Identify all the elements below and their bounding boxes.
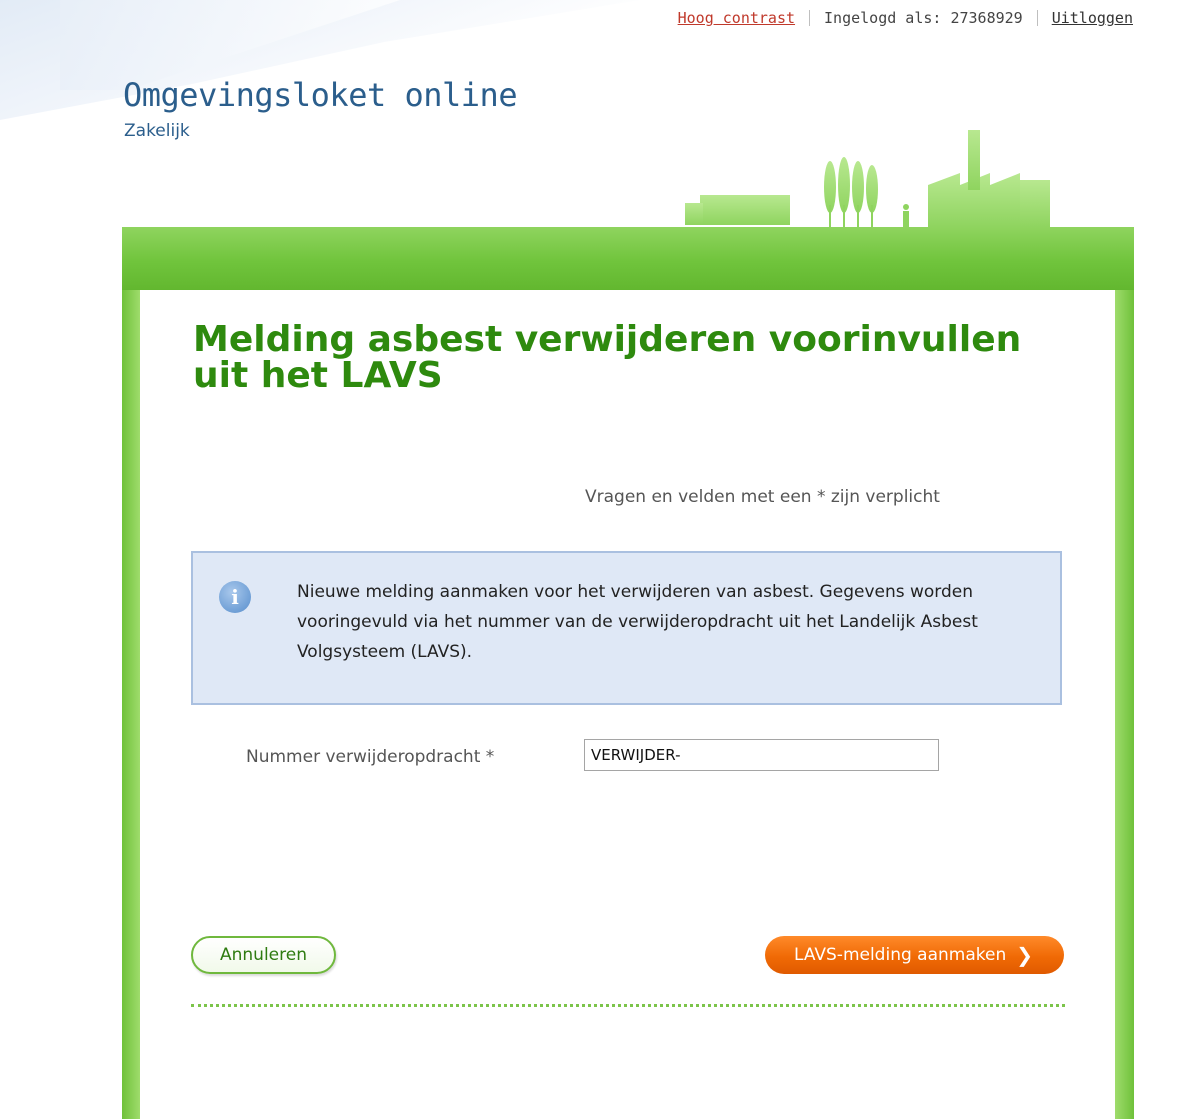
- utility-divider: [1036, 10, 1038, 26]
- tree-trunk-shape: [829, 205, 831, 227]
- logout-link[interactable]: Uitloggen: [1052, 9, 1133, 27]
- truck-cab-shape: [685, 203, 703, 225]
- verwijderopdracht-input[interactable]: [584, 739, 939, 771]
- person-body-shape: [903, 211, 909, 227]
- person-head-shape: [903, 204, 909, 210]
- site-title: Omgevingsloket online: [123, 76, 518, 114]
- required-fields-note: Vragen en velden met een * zijn verplich…: [585, 487, 940, 507]
- tree-trunk-shape: [871, 205, 873, 227]
- info-icon: i: [219, 581, 251, 613]
- logged-in-status: Ingelogd als: 27368929: [824, 9, 1023, 27]
- utility-divider: [809, 10, 811, 26]
- factory-annex-shape: [1020, 180, 1050, 227]
- content-frame-left: [122, 290, 140, 1119]
- info-message-box: i Nieuwe melding aanmaken voor het verwi…: [191, 551, 1062, 705]
- verwijderopdracht-label: Nummer verwijderopdracht *: [246, 747, 495, 767]
- factory-chimney-shape: [968, 130, 980, 190]
- tree-shape: [838, 157, 850, 213]
- page-title: Melding asbest verwijderen voorinvullen …: [193, 319, 1022, 396]
- create-lavs-melding-button[interactable]: LAVS-melding aanmaken ❯: [765, 936, 1064, 974]
- truck-shape: [700, 195, 790, 225]
- tree-trunk-shape: [843, 205, 845, 227]
- content-frame-right: [1115, 290, 1134, 1119]
- high-contrast-link[interactable]: Hoog contrast: [678, 9, 795, 27]
- create-button-label: LAVS-melding aanmaken: [793, 945, 1007, 965]
- info-message-text: Nieuwe melding aanmaken voor het verwijd…: [297, 582, 978, 662]
- cancel-button[interactable]: Annuleren: [191, 936, 336, 974]
- skyline-illustration: [685, 130, 1050, 227]
- cancel-button-label: Annuleren: [220, 945, 307, 965]
- chevron-right-icon: ❯: [1016, 943, 1033, 967]
- page: Hoog contrast Ingelogd als: 27368929 Uit…: [0, 0, 1202, 1119]
- site-subtitle: Zakelijk: [124, 121, 190, 141]
- tree-trunk-shape: [857, 205, 859, 227]
- section-divider: [191, 1004, 1065, 1007]
- content-header-band: [122, 227, 1134, 297]
- utility-bar: Hoog contrast Ingelogd als: 27368929 Uit…: [678, 9, 1133, 27]
